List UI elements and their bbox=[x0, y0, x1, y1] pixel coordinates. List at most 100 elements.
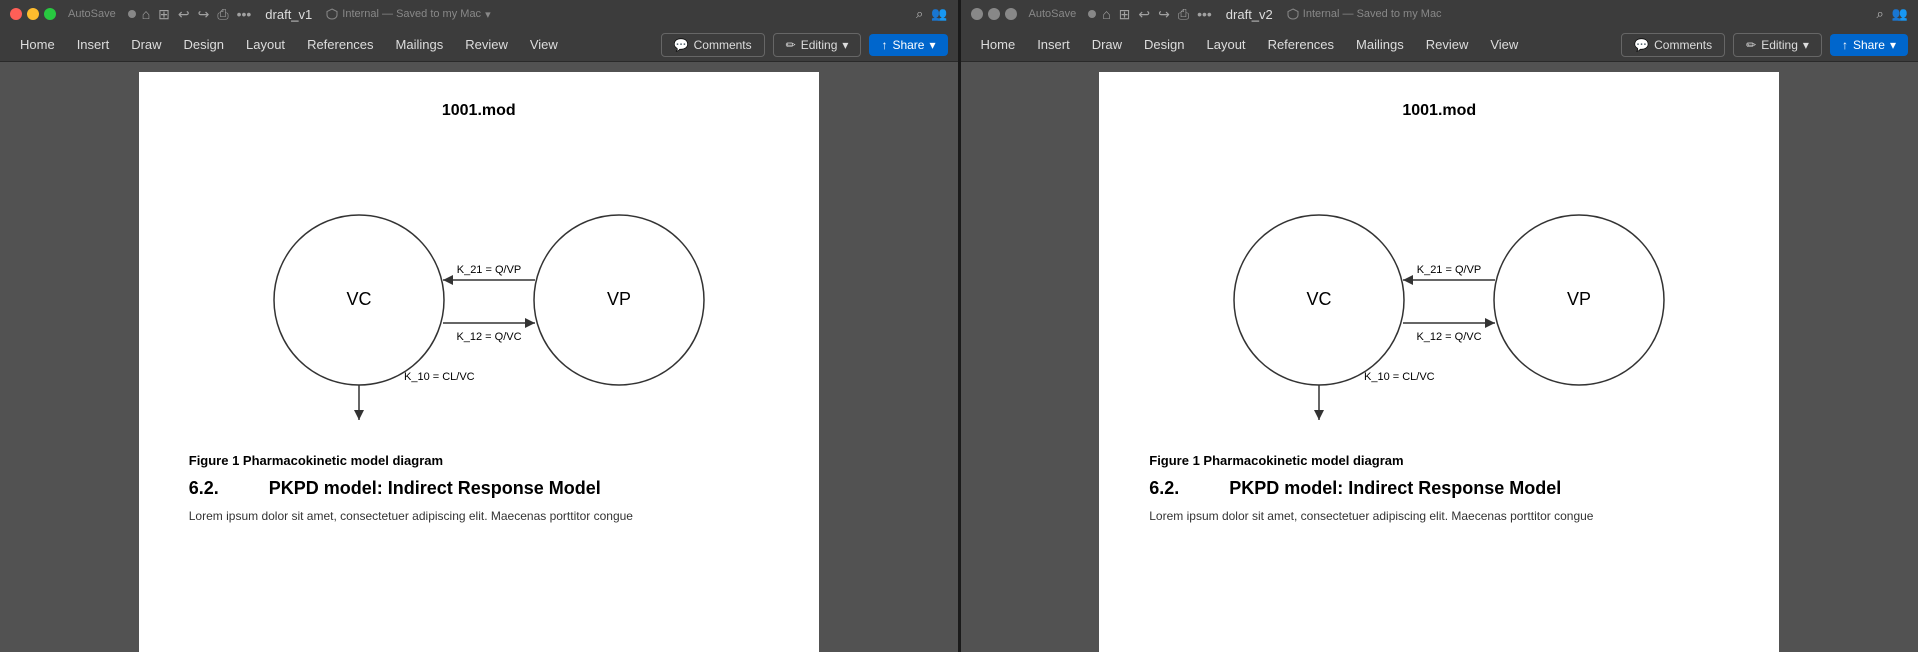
menu-design-1[interactable]: Design bbox=[174, 33, 234, 56]
redo-icon-2[interactable]: ↪ bbox=[1158, 6, 1170, 23]
title-bar-1: AutoSave ⌂ ⊞ ↩ ↪ ⎙ ••• draft_v1 Internal… bbox=[0, 0, 958, 28]
minimize-button-2[interactable] bbox=[988, 8, 1000, 20]
page-title-1: 1001.mod bbox=[189, 102, 769, 120]
status-text-1: Internal — Saved to my Mac bbox=[342, 8, 481, 20]
svg-text:VP: VP bbox=[1567, 289, 1591, 309]
comments-button-2[interactable]: 💬 Comments bbox=[1621, 33, 1725, 57]
people-icon-2[interactable]: 👥 bbox=[1892, 6, 1908, 22]
menu-mailings-1[interactable]: Mailings bbox=[386, 33, 454, 56]
menu-draw-2[interactable]: Draw bbox=[1082, 33, 1132, 56]
menu-insert-2[interactable]: Insert bbox=[1027, 33, 1080, 56]
menu-insert-1[interactable]: Insert bbox=[67, 33, 120, 56]
status-text-2: Internal — Saved to my Mac bbox=[1303, 8, 1442, 20]
section-heading-2: 6.2. PKPD model: Indirect Response Model bbox=[1149, 478, 1729, 499]
close-button-2[interactable] bbox=[971, 8, 983, 20]
pencil-icon-2: ✏ bbox=[1746, 38, 1756, 52]
home-icon-2[interactable]: ⌂ bbox=[1102, 6, 1110, 22]
traffic-lights-1 bbox=[10, 8, 56, 20]
print-icon-2[interactable]: ⎙ bbox=[1178, 6, 1189, 23]
title-bar-2: AutoSave ⌂ ⊞ ↩ ↪ ⎙ ••• draft_v2 Internal… bbox=[961, 0, 1918, 28]
menu-home-1[interactable]: Home bbox=[10, 33, 65, 56]
share-chevron-1: ▾ bbox=[929, 38, 935, 52]
pk-diagram-1: VC VP K_21 = Q/VP K_12 = Q/VC K_10 bbox=[189, 150, 769, 440]
page-title-2: 1001.mod bbox=[1149, 102, 1729, 120]
status-arrow-1: ▾ bbox=[485, 8, 491, 21]
minimize-button-1[interactable] bbox=[27, 8, 39, 20]
more-icon-2[interactable]: ••• bbox=[1197, 6, 1212, 22]
title-bar-right-1: ⌕ 👥 bbox=[916, 6, 947, 22]
menu-bar-1: Home Insert Draw Design Layout Reference… bbox=[0, 28, 958, 62]
section-number-1: 6.2. bbox=[189, 478, 249, 499]
menu-design-2[interactable]: Design bbox=[1134, 33, 1194, 56]
undo-icon-1[interactable]: ↩ bbox=[178, 6, 190, 23]
menu-review-1[interactable]: Review bbox=[455, 33, 518, 56]
autosave-dot-1 bbox=[128, 10, 136, 18]
svg-text:K_21 = Q/VP: K_21 = Q/VP bbox=[1417, 264, 1482, 276]
menu-actions-1: 💬 Comments ✏ Editing ▾ ↑ Share ▾ bbox=[661, 33, 948, 57]
more-icon-1[interactable]: ••• bbox=[237, 6, 252, 22]
menu-actions-2: 💬 Comments ✏ Editing ▾ ↑ Share ▾ bbox=[1621, 33, 1908, 57]
maximize-button-1[interactable] bbox=[44, 8, 56, 20]
chevron-down-icon-2: ▾ bbox=[1803, 38, 1809, 52]
traffic-lights-2 bbox=[971, 8, 1017, 20]
share-button-2[interactable]: ↑ Share ▾ bbox=[1830, 34, 1908, 56]
section-title-1: PKPD model: Indirect Response Model bbox=[269, 478, 601, 499]
autosave-dot-2 bbox=[1088, 10, 1096, 18]
shield-icon-2 bbox=[1287, 8, 1299, 20]
pk-diagram-2: VC VP K_21 = Q/VP K_12 = Q/VC K_10 bbox=[1149, 150, 1729, 440]
print-icon-1[interactable]: ⎙ bbox=[217, 6, 228, 23]
menu-mailings-2[interactable]: Mailings bbox=[1346, 33, 1414, 56]
editing-label-2: Editing bbox=[1761, 38, 1798, 52]
undo-icon-2[interactable]: ↩ bbox=[1138, 6, 1150, 23]
page-2: 1001.mod VC VP K_21 = Q/VP K bbox=[1099, 72, 1779, 652]
body-text-2: Lorem ipsum dolor sit amet, consectetuer… bbox=[1149, 507, 1729, 525]
menu-references-2[interactable]: References bbox=[1258, 33, 1344, 56]
title-bar-icons-1: ⌂ ⊞ ↩ ↪ ⎙ ••• bbox=[142, 6, 252, 23]
figure-caption-1: Figure 1 Pharmacokinetic model diagram bbox=[189, 453, 769, 468]
svg-text:VC: VC bbox=[1307, 289, 1332, 309]
share-label-1: Share bbox=[892, 38, 924, 52]
window-1: AutoSave ⌂ ⊞ ↩ ↪ ⎙ ••• draft_v1 Internal… bbox=[0, 0, 958, 652]
people-icon-1[interactable]: 👥 bbox=[931, 6, 947, 22]
chevron-down-icon-1: ▾ bbox=[842, 38, 848, 52]
grid-icon-2[interactable]: ⊞ bbox=[1119, 6, 1131, 23]
home-icon-1[interactable]: ⌂ bbox=[142, 6, 150, 22]
comments-icon-2: 💬 bbox=[1634, 38, 1649, 52]
menu-review-2[interactable]: Review bbox=[1416, 33, 1479, 56]
search-icon-2[interactable]: ⌕ bbox=[1877, 6, 1884, 22]
comments-icon-1: 💬 bbox=[674, 38, 689, 52]
menu-draw-1[interactable]: Draw bbox=[121, 33, 171, 56]
share-button-1[interactable]: ↑ Share ▾ bbox=[869, 34, 947, 56]
autosave-label-1: AutoSave bbox=[68, 8, 116, 20]
editing-button-2[interactable]: ✏ Editing ▾ bbox=[1733, 33, 1822, 57]
close-button-1[interactable] bbox=[10, 8, 22, 20]
redo-icon-1[interactable]: ↪ bbox=[198, 6, 210, 23]
svg-text:K_12 = Q/VC: K_12 = Q/VC bbox=[456, 331, 521, 343]
section-title-2: PKPD model: Indirect Response Model bbox=[1229, 478, 1561, 499]
menu-references-1[interactable]: References bbox=[297, 33, 383, 56]
grid-icon-1[interactable]: ⊞ bbox=[158, 6, 170, 23]
svg-text:K_10 = CL/VC: K_10 = CL/VC bbox=[1364, 371, 1435, 383]
title-bar-icons-2: ⌂ ⊞ ↩ ↪ ⎙ ••• bbox=[1102, 6, 1212, 23]
page-1: 1001.mod VC VP K_21 = Q/VP K bbox=[139, 72, 819, 652]
menu-view-2[interactable]: View bbox=[1480, 33, 1528, 56]
editing-button-1[interactable]: ✏ Editing ▾ bbox=[773, 33, 862, 57]
svg-text:K_21 = Q/VP: K_21 = Q/VP bbox=[456, 264, 521, 276]
menu-layout-2[interactable]: Layout bbox=[1197, 33, 1256, 56]
document-area-1: 1001.mod VC VP K_21 = Q/VP K bbox=[0, 62, 958, 652]
comments-label-1: Comments bbox=[694, 38, 752, 52]
search-icon-1[interactable]: ⌕ bbox=[916, 6, 923, 22]
comments-button-1[interactable]: 💬 Comments bbox=[661, 33, 765, 57]
share-icon-1: ↑ bbox=[881, 38, 887, 52]
figure-caption-2: Figure 1 Pharmacokinetic model diagram bbox=[1149, 453, 1729, 468]
svg-text:K_10 = CL/VC: K_10 = CL/VC bbox=[404, 371, 475, 383]
svg-text:VC: VC bbox=[346, 289, 371, 309]
menu-bar-2: Home Insert Draw Design Layout Reference… bbox=[961, 28, 1918, 62]
menu-view-1[interactable]: View bbox=[520, 33, 568, 56]
section-heading-1: 6.2. PKPD model: Indirect Response Model bbox=[189, 478, 769, 499]
svg-text:K_12 = Q/VC: K_12 = Q/VC bbox=[1417, 331, 1482, 343]
share-icon-2: ↑ bbox=[1842, 38, 1848, 52]
menu-home-2[interactable]: Home bbox=[971, 33, 1026, 56]
menu-layout-1[interactable]: Layout bbox=[236, 33, 295, 56]
maximize-button-2[interactable] bbox=[1005, 8, 1017, 20]
